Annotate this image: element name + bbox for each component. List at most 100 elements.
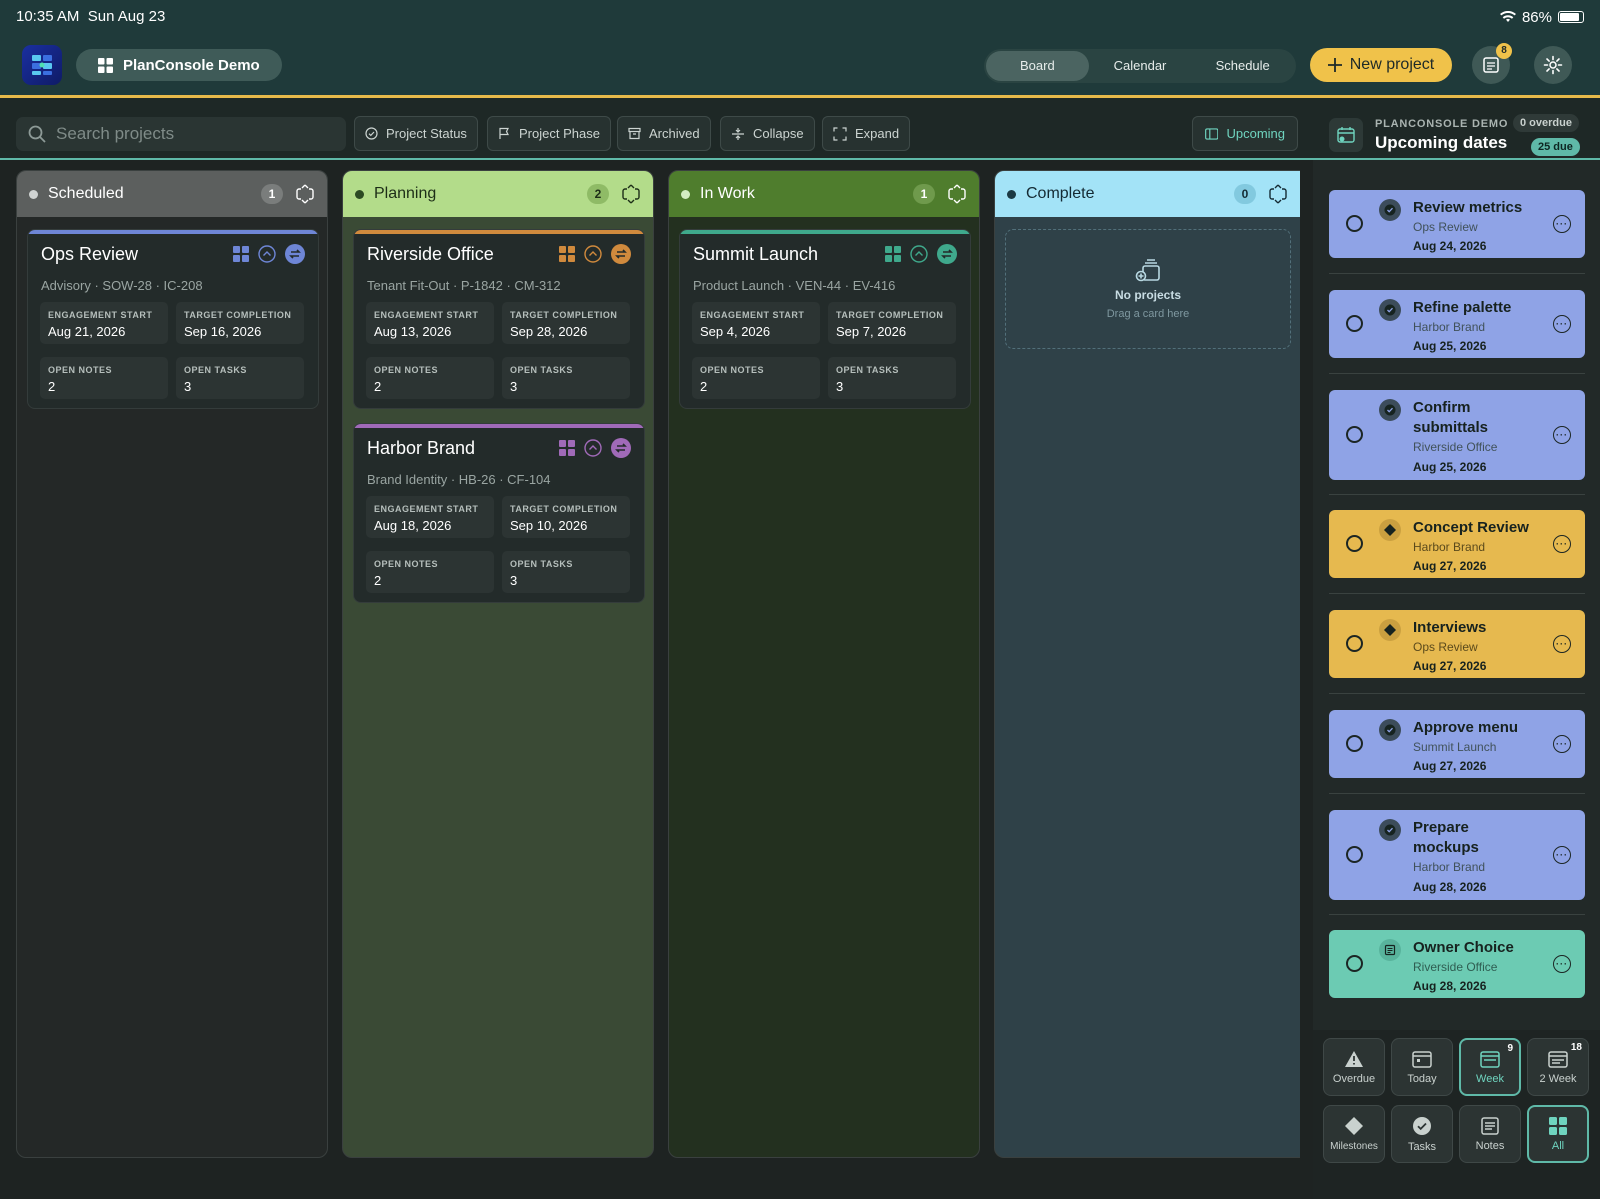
field-label: TARGET COMPLETION	[184, 310, 292, 320]
complete-checkbox[interactable]	[1346, 635, 1363, 652]
project-card-summit-launch[interactable]: Summit Launch Product Launch · VEN-44 · …	[679, 229, 971, 409]
more-icon[interactable]: ···	[1553, 535, 1571, 553]
flag-icon	[499, 127, 509, 139]
more-icon[interactable]: ···	[1553, 215, 1571, 233]
archived-filter[interactable]: Archived	[617, 116, 711, 151]
status-dot	[1007, 189, 1016, 199]
complete-checkbox[interactable]	[1346, 535, 1363, 552]
project-status-filter[interactable]: Project Status	[354, 116, 478, 151]
expand-column-icon[interactable]	[1268, 184, 1288, 204]
notifications-button[interactable]: 8	[1472, 43, 1512, 84]
transfer-icon[interactable]	[611, 244, 631, 264]
card-accent	[28, 230, 318, 234]
item-title: Prepare mockups	[1413, 819, 1479, 856]
note-icon	[1379, 939, 1401, 961]
item-title: Approve menu	[1413, 719, 1519, 736]
tab-calendar[interactable]: Calendar	[1089, 51, 1192, 81]
filter-notes[interactable]: Notes	[1459, 1105, 1521, 1163]
card-title: Ops Review	[41, 244, 139, 264]
upcoming-item[interactable]: Confirm submittals Riverside Office Aug …	[1329, 390, 1585, 480]
upcoming-title: Upcoming dates	[1375, 133, 1508, 152]
grid-icon[interactable]	[559, 246, 575, 262]
field-label: TARGET COMPLETION	[510, 504, 618, 514]
column-title: Scheduled	[48, 185, 124, 202]
grid-icon[interactable]	[233, 246, 249, 262]
transfer-icon[interactable]	[285, 244, 305, 264]
complete-checkbox[interactable]	[1346, 426, 1363, 443]
filter-overdue[interactable]: Overdue	[1323, 1038, 1385, 1096]
item-title: Owner Choice	[1413, 939, 1514, 956]
battery-percent: 86%	[1521, 8, 1552, 26]
transfer-icon[interactable]	[937, 244, 957, 264]
chevron-up-circle-icon[interactable]	[584, 439, 602, 457]
filter-2-week[interactable]: 18 2 Week	[1527, 1038, 1589, 1096]
upcoming-item[interactable]: Concept Review Harbor Brand Aug 27, 2026…	[1329, 510, 1585, 578]
workspace-switcher[interactable]: PlanConsole Demo	[76, 49, 282, 81]
more-icon[interactable]: ···	[1553, 846, 1571, 864]
collapse-button[interactable]: Collapse	[720, 116, 815, 151]
expand-column-icon[interactable]	[295, 184, 315, 204]
more-icon[interactable]: ···	[1553, 955, 1571, 973]
chevron-up-circle-icon[interactable]	[258, 245, 276, 263]
upcoming-item[interactable]: Approve menu Summit Launch Aug 27, 2026 …	[1329, 710, 1585, 778]
expand-column-icon[interactable]	[621, 184, 641, 204]
chevron-up-circle-icon[interactable]	[910, 245, 928, 263]
tab-schedule[interactable]: Schedule	[1191, 51, 1294, 81]
column-title: Complete	[1026, 185, 1095, 202]
column-in-work: In Work 1 Summit Launch Product Launch ·…	[668, 170, 980, 1158]
more-icon[interactable]: ···	[1553, 735, 1571, 753]
chevron-up-circle-icon[interactable]	[584, 245, 602, 263]
project-card-harbor-brand[interactable]: Harbor Brand Brand Identity · HB-26 · CF…	[353, 423, 645, 603]
status-dot	[681, 189, 690, 199]
upcoming-item[interactable]: Interviews Ops Review Aug 27, 2026 ···	[1329, 610, 1585, 678]
new-project-button[interactable]: New project	[1310, 48, 1452, 82]
settings-button[interactable]	[1534, 46, 1572, 84]
status-date: Sun Aug 23	[87, 8, 166, 25]
divider	[1329, 373, 1585, 374]
field-label: TARGET COMPLETION	[836, 310, 944, 320]
upcoming-toggle[interactable]: Upcoming	[1192, 116, 1298, 151]
tab-board[interactable]: Board	[986, 51, 1089, 81]
upcoming-item[interactable]: Prepare mockups Harbor Brand Aug 28, 202…	[1329, 810, 1585, 900]
status-bar: 10:35 AM Sun Aug 23 86%	[16, 8, 1584, 26]
filter-week[interactable]: 9 Week	[1459, 1038, 1521, 1096]
filter-milestones[interactable]: Milestones	[1323, 1105, 1385, 1163]
expand-column-icon[interactable]	[947, 184, 967, 204]
complete-checkbox[interactable]	[1346, 215, 1363, 232]
upcoming-item[interactable]: Review metrics Ops Review Aug 24, 2026 ·…	[1329, 190, 1585, 258]
upcoming-item[interactable]: Owner Choice Riverside Office Aug 28, 20…	[1329, 930, 1585, 998]
task-check-icon	[1379, 299, 1401, 321]
item-project: Harbor Brand	[1413, 860, 1486, 874]
search-input[interactable]: Search projects	[16, 117, 346, 151]
filter-all[interactable]: All	[1527, 1105, 1589, 1163]
complete-checkbox[interactable]	[1346, 315, 1363, 332]
more-icon[interactable]: ···	[1553, 315, 1571, 333]
expand-button[interactable]: Expand	[822, 116, 911, 151]
item-title: Interviews	[1413, 619, 1487, 636]
project-phase-filter[interactable]: Project Phase	[487, 116, 611, 151]
item-date: Aug 27, 2026	[1413, 659, 1487, 673]
project-card-riverside-office[interactable]: Riverside Office Tenant Fit-Out · P-1842…	[353, 229, 645, 409]
grid-icon[interactable]	[885, 246, 901, 262]
complete-checkbox[interactable]	[1346, 735, 1363, 752]
upcoming-item[interactable]: Refine palette Harbor Brand Aug 25, 2026…	[1329, 290, 1585, 358]
filter-label: Notes	[1475, 1139, 1505, 1152]
filter-today[interactable]: Today	[1391, 1038, 1453, 1096]
calendar-add-icon	[1337, 127, 1355, 143]
field-value: Sep 28, 2026	[510, 324, 588, 339]
complete-checkbox[interactable]	[1346, 955, 1363, 972]
empty-drop-zone[interactable]: No projects Drag a card here	[1005, 229, 1291, 349]
app-logo[interactable]	[22, 45, 62, 85]
transfer-icon[interactable]	[611, 438, 631, 458]
grid-icon[interactable]	[559, 440, 575, 456]
target-completion-field: TARGET COMPLETION Sep 7, 2026	[828, 302, 956, 344]
more-icon[interactable]: ···	[1553, 426, 1571, 444]
more-icon[interactable]: ···	[1553, 635, 1571, 653]
filter-tasks[interactable]: Tasks	[1391, 1105, 1453, 1163]
milestone-diamond-icon	[1379, 619, 1401, 641]
complete-checkbox[interactable]	[1346, 846, 1363, 863]
column-header: In Work 1	[669, 171, 979, 217]
field-value: Sep 4, 2026	[700, 324, 771, 339]
search-placeholder: Search projects	[56, 124, 175, 143]
project-card-ops-review[interactable]: Ops Review Advisory · SOW-28 · IC-208 EN…	[27, 229, 319, 409]
